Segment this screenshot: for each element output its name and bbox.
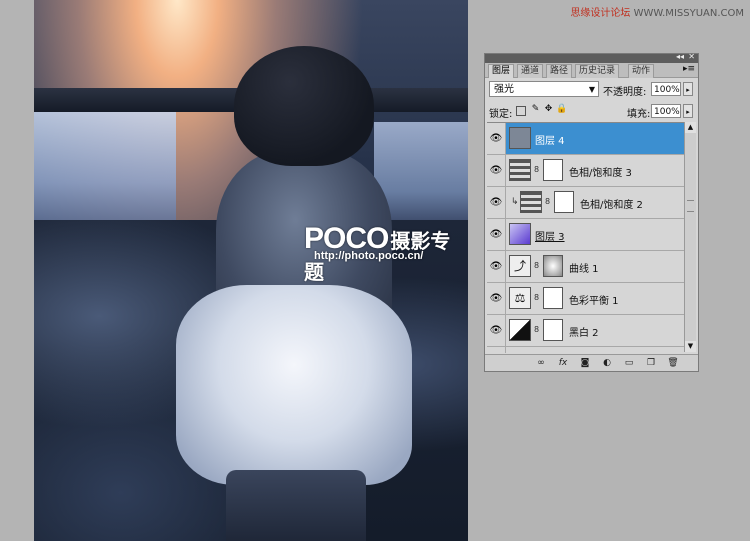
figure-legs [226,470,366,541]
layer-name: 曲线 1 [569,264,599,275]
layer-name: 图层 4 [535,136,565,147]
watermark-red-text: 思缘设计论坛 [570,8,631,19]
layer-mask-thumbnail [543,255,563,277]
tab-channels[interactable]: 通道 [517,64,544,78]
layer-name: 黑白 2 [569,328,599,339]
visibility-eye-icon[interactable]: 👁 [487,123,506,154]
hue-saturation-icon [520,191,542,213]
link-chain-icon: 8 [545,197,551,206]
opacity-slider-toggle[interactable]: ▸ [683,82,693,96]
tab-paths[interactable]: 路径 [546,64,573,78]
layer-name: 色相/饱和度 2 [580,200,643,211]
site-watermark: 思缘设计论坛 WWW.MISSYUAN.COM [570,4,744,19]
layer-name: 图层 3 [535,232,565,243]
layer-row[interactable]: 👁 图层 4 [487,123,684,155]
layer-row[interactable]: 👁 ⚖ 8 色彩平衡 1 [487,283,684,315]
visibility-eye-icon[interactable]: 👁 [487,187,506,218]
layer-row[interactable]: 👁 ⤴ 8 曲线 1 [487,251,684,283]
layer-thumbnail [509,223,531,245]
curves-icon: ⤴ [509,255,531,277]
lock-transparent-icon[interactable] [516,106,526,116]
lock-fill-row: 锁定: ✎ ✥ 🔒 填充: 100% ▸ [489,104,694,120]
blend-mode-value: 强光 [494,84,514,95]
fill-slider-toggle[interactable]: ▸ [683,104,693,118]
link-chain-icon: 8 [534,165,540,174]
link-chain-icon: 8 [534,293,540,302]
layers-panel: ◂◂ ✕ 图层 通道 路径 历史记录 动作 ▸≡ 强光 ▼ 不透明度: 100%… [484,52,699,372]
layer-mask-thumbnail [554,191,574,213]
poco-url: http://photo.poco.cn/ [314,250,424,262]
background-window-left [34,112,176,230]
fx-icon[interactable]: fx [557,357,569,369]
visibility-eye-icon[interactable] [487,347,506,353]
watermark-grey-text: WWW.MISSYUAN.COM [630,8,744,19]
layer-thumbnail [509,127,531,149]
layer-row[interactable]: 👁 8 色相/饱和度 3 [487,155,684,187]
clipping-arrow-icon: ↳ [511,197,519,207]
tab-history[interactable]: 历史记录 [575,64,620,78]
blend-opacity-row: 强光 ▼ 不透明度: 100% ▸ [489,81,694,99]
collapse-icon[interactable]: ◂◂ [676,52,684,61]
scroll-down-icon[interactable]: ▼ [685,341,696,352]
visibility-eye-icon[interactable]: 👁 [487,155,506,186]
tab-actions[interactable]: 动作 [628,64,655,78]
opacity-field[interactable]: 100% [651,82,681,96]
lock-move-icon[interactable]: ✥ [543,104,554,115]
opacity-label: 不透明度: [603,87,647,98]
visibility-eye-icon[interactable]: 👁 [487,219,506,250]
panel-tabs: 图层 通道 路径 历史记录 动作 ▸≡ [485,63,698,78]
color-balance-icon: ⚖ [509,287,531,309]
visibility-eye-icon[interactable]: 👁 [487,315,506,346]
panel-menu-icon[interactable]: ▸≡ [683,64,695,74]
scroll-up-icon[interactable]: ▲ [685,122,696,133]
adjustment-icon[interactable]: ◐ [601,357,613,369]
layer-row[interactable]: 👁 ↳ 8 色相/饱和度 2 [487,187,684,219]
chevron-down-icon: ▼ [588,85,595,94]
black-white-icon [509,319,531,341]
fill-field[interactable]: 100% [651,104,681,118]
layer-name: 色彩平衡 1 [569,296,619,307]
close-icon[interactable]: ✕ [688,52,695,61]
layer-row[interactable]: 👁 图层 3 [487,219,684,251]
lock-brush-icon[interactable]: ✎ [530,104,541,115]
figure-shirt [176,285,412,485]
tab-layers[interactable]: 图层 [488,64,515,78]
blend-mode-select[interactable]: 强光 ▼ [489,81,599,97]
layer-name: 色相/饱和度 3 [569,168,632,179]
figure-hair [234,46,374,166]
visibility-eye-icon[interactable]: 👁 [487,251,506,282]
lock-label: 锁定: [489,109,513,120]
layer-row-partial[interactable] [487,347,684,353]
layer-row[interactable]: 👁 8 黑白 2 [487,315,684,347]
lock-all-icon[interactable]: 🔒 [556,104,567,115]
add-mask-icon[interactable]: ◙ [579,357,591,369]
fill-label: 填充: [627,109,651,120]
link-icon[interactable]: ∞ [535,357,547,369]
layer-mask-thumbnail [543,319,563,341]
link-chain-icon: 8 [534,325,540,334]
panel-footer: ∞ fx ◙ ◐ ▭ ❐ 🗑 [485,354,698,371]
scroll-grip[interactable] [687,200,694,212]
layers-scrollbar[interactable]: ▲ ▼ [684,122,696,352]
panel-titlebar[interactable]: ◂◂ ✕ [485,52,698,63]
link-chain-icon: 8 [534,261,540,270]
new-layer-icon[interactable]: ❐ [645,357,657,369]
document-canvas[interactable]: POCO 摄影专题 http://photo.poco.cn/ [34,0,468,541]
folder-icon[interactable]: ▭ [623,357,635,369]
layer-mask-thumbnail [543,287,563,309]
layers-list: 👁 图层 4 👁 8 色相/饱和度 3 👁 ↳ 8 色相/饱和度 2 👁 图层 … [487,122,684,353]
hue-saturation-icon [509,159,531,181]
layer-mask-thumbnail [543,159,563,181]
visibility-eye-icon[interactable]: 👁 [487,283,506,314]
trash-icon[interactable]: 🗑 [667,357,679,369]
